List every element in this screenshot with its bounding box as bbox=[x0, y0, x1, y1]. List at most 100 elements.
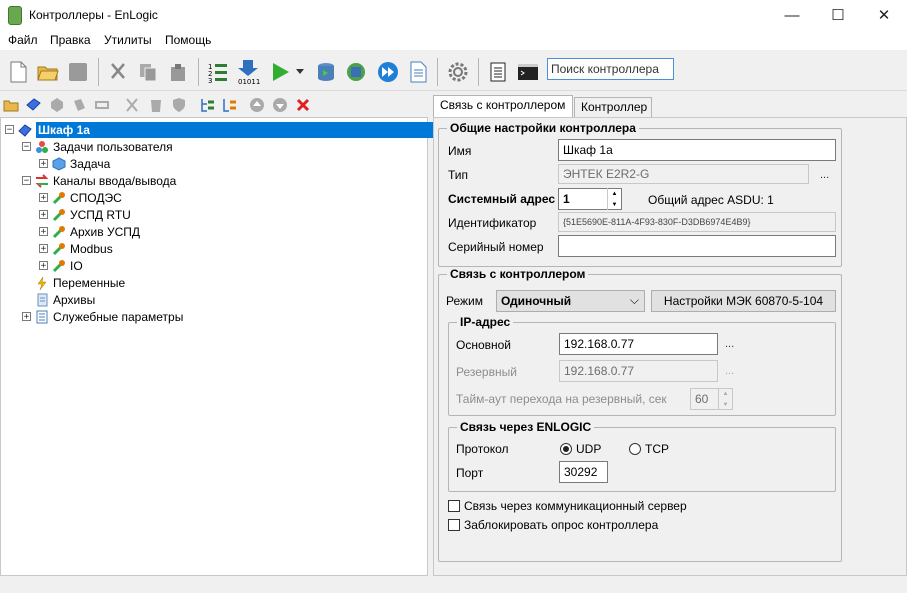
tree-import-icon[interactable] bbox=[222, 97, 238, 113]
gear-icon[interactable] bbox=[446, 60, 470, 84]
move-up-icon[interactable] bbox=[249, 97, 265, 113]
tree-label: УСПД RTU bbox=[70, 207, 131, 222]
type-browse-button[interactable]: ... bbox=[820, 169, 829, 181]
sync-icon[interactable] bbox=[344, 60, 368, 84]
controller-icon bbox=[18, 123, 32, 137]
tree-export-icon[interactable] bbox=[200, 97, 216, 113]
copy-icon[interactable] bbox=[136, 60, 160, 84]
menu-utils[interactable]: Утилиты bbox=[104, 33, 152, 47]
udp-radio[interactable] bbox=[560, 443, 572, 455]
tree-node-archives[interactable]: Архивы bbox=[35, 291, 95, 308]
delete-node-icon[interactable] bbox=[148, 97, 164, 113]
tree-label: Задачи пользователя bbox=[53, 139, 173, 154]
block-poll-label[interactable]: Заблокировать опрос контроллера bbox=[464, 518, 658, 532]
checklist-icon bbox=[36, 310, 48, 323]
open-folder-icon[interactable] bbox=[36, 60, 60, 84]
shield-icon[interactable] bbox=[171, 97, 187, 113]
window-title: Контроллеры - EnLogic bbox=[29, 8, 158, 22]
expand-icon[interactable]: + bbox=[39, 244, 48, 254]
settings-panel: Общие настройки контроллера Имя Шкаф 1а … bbox=[433, 117, 907, 576]
add-hex-icon[interactable] bbox=[49, 97, 65, 113]
new-file-icon[interactable] bbox=[6, 60, 30, 84]
port-field[interactable]: 30292 bbox=[559, 461, 608, 483]
tree-node-io-channels[interactable]: − Каналы ввода/вывода bbox=[22, 172, 176, 189]
protocol-label: Протокол bbox=[456, 442, 509, 456]
udp-label[interactable]: UDP bbox=[576, 442, 601, 456]
system-address-label: Системный адрес bbox=[448, 192, 556, 206]
system-address-stepper[interactable]: 1 ▲ ▼ bbox=[558, 188, 622, 210]
database-icon[interactable] bbox=[314, 60, 338, 84]
reserve-ip-browse-button: ... bbox=[725, 365, 735, 377]
menu-edit[interactable]: Правка bbox=[50, 33, 91, 47]
document-icon[interactable] bbox=[406, 60, 430, 84]
fast-forward-icon[interactable] bbox=[376, 60, 400, 84]
tree-node-task[interactable]: + Задача bbox=[39, 155, 110, 172]
tree-label: Архивы bbox=[53, 292, 96, 307]
cut-icon[interactable] bbox=[106, 60, 130, 84]
run-dropdown-icon[interactable] bbox=[294, 60, 306, 84]
add-controller-icon[interactable] bbox=[25, 97, 41, 113]
name-field[interactable]: Шкаф 1а bbox=[558, 139, 836, 161]
tab-controller[interactable]: Контроллер bbox=[574, 97, 652, 117]
expand-icon[interactable]: + bbox=[39, 193, 48, 203]
add-folder-icon[interactable] bbox=[3, 97, 19, 113]
tree-node-channel[interactable]: + СПОДЭС bbox=[39, 189, 122, 206]
list-icon[interactable]: 123 bbox=[206, 60, 230, 84]
notes-icon[interactable] bbox=[486, 60, 510, 84]
comm-server-label[interactable]: Связь через коммуникационный сервер bbox=[464, 499, 687, 513]
primary-ip-browse-button[interactable]: ... bbox=[725, 338, 734, 350]
expand-icon[interactable]: + bbox=[39, 261, 48, 271]
add-link-icon[interactable] bbox=[94, 97, 110, 113]
search-input[interactable]: Поиск контроллера bbox=[547, 58, 674, 80]
collapse-icon[interactable]: − bbox=[22, 142, 31, 152]
tcp-label[interactable]: TCP bbox=[645, 442, 669, 456]
menu-help[interactable]: Помощь bbox=[165, 33, 211, 47]
expand-icon[interactable]: + bbox=[22, 312, 31, 322]
connection-group: Связь с контроллером Режим Одиночный ⌵ Н… bbox=[438, 267, 842, 562]
tree-node-service[interactable]: + Служебные параметры bbox=[22, 308, 183, 325]
timeout-label: Тайм-аут перехода на резервный, сек bbox=[456, 392, 667, 406]
stepper-arrows-icon: ▲ ▼ bbox=[718, 388, 732, 410]
block-poll-checkbox[interactable] bbox=[448, 519, 460, 531]
lightning-icon bbox=[37, 276, 47, 290]
paste-icon[interactable] bbox=[166, 60, 190, 84]
cut-node-icon[interactable] bbox=[124, 97, 140, 113]
main-toolbar: 123 01011 bbox=[0, 52, 907, 91]
tree-node-channel[interactable]: + IO bbox=[39, 257, 83, 274]
tree-node-channel[interactable]: + Modbus bbox=[39, 240, 113, 257]
system-address-value: 1 bbox=[563, 192, 570, 206]
save-icon[interactable] bbox=[66, 60, 90, 84]
tree-node-root[interactable]: − Шкаф 1а bbox=[5, 121, 442, 138]
tree-node-channel[interactable]: + Архив УСПД bbox=[39, 223, 140, 240]
move-down-icon[interactable] bbox=[272, 97, 288, 113]
title-bar: Контроллеры - EnLogic — ☐ ✕ bbox=[0, 0, 907, 30]
tree-node-user-tasks[interactable]: − Задачи пользователя bbox=[22, 138, 173, 155]
comm-server-checkbox[interactable] bbox=[448, 500, 460, 512]
menu-file[interactable]: Файл bbox=[8, 33, 38, 47]
expand-icon[interactable]: + bbox=[39, 159, 48, 169]
serial-field[interactable] bbox=[558, 235, 836, 257]
iec-settings-button[interactable]: Настройки МЭК 60870-5-104 bbox=[651, 290, 836, 312]
run-icon[interactable] bbox=[268, 60, 292, 84]
expand-icon[interactable]: + bbox=[39, 227, 48, 237]
mode-select[interactable]: Одиночный ⌵ bbox=[496, 290, 645, 312]
expand-icon[interactable]: + bbox=[39, 210, 48, 220]
maximize-button[interactable]: ☐ bbox=[815, 0, 861, 30]
close-button[interactable]: ✕ bbox=[861, 0, 907, 30]
stepper-arrows-icon[interactable]: ▲ ▼ bbox=[607, 188, 621, 210]
collapse-icon[interactable]: − bbox=[5, 125, 14, 135]
collapse-icon[interactable]: − bbox=[22, 176, 31, 186]
general-settings-group: Общие настройки контроллера Имя Шкаф 1а … bbox=[438, 121, 842, 267]
add-tag-icon[interactable] bbox=[71, 97, 87, 113]
terminal-icon[interactable] bbox=[516, 60, 540, 84]
download-icon[interactable]: 01011 bbox=[236, 60, 260, 85]
remove-icon[interactable] bbox=[295, 97, 311, 113]
minimize-button[interactable]: — bbox=[769, 0, 815, 30]
tcp-radio[interactable] bbox=[629, 443, 641, 455]
cube-icon bbox=[52, 156, 66, 171]
tree-node-variables[interactable]: Переменные bbox=[35, 274, 125, 291]
primary-ip-field[interactable]: 192.168.0.77 bbox=[559, 333, 718, 355]
tab-connection[interactable]: Связь с контроллером bbox=[433, 95, 573, 117]
tree-node-channel[interactable]: + УСПД RTU bbox=[39, 206, 131, 223]
archive-icon bbox=[37, 293, 48, 306]
